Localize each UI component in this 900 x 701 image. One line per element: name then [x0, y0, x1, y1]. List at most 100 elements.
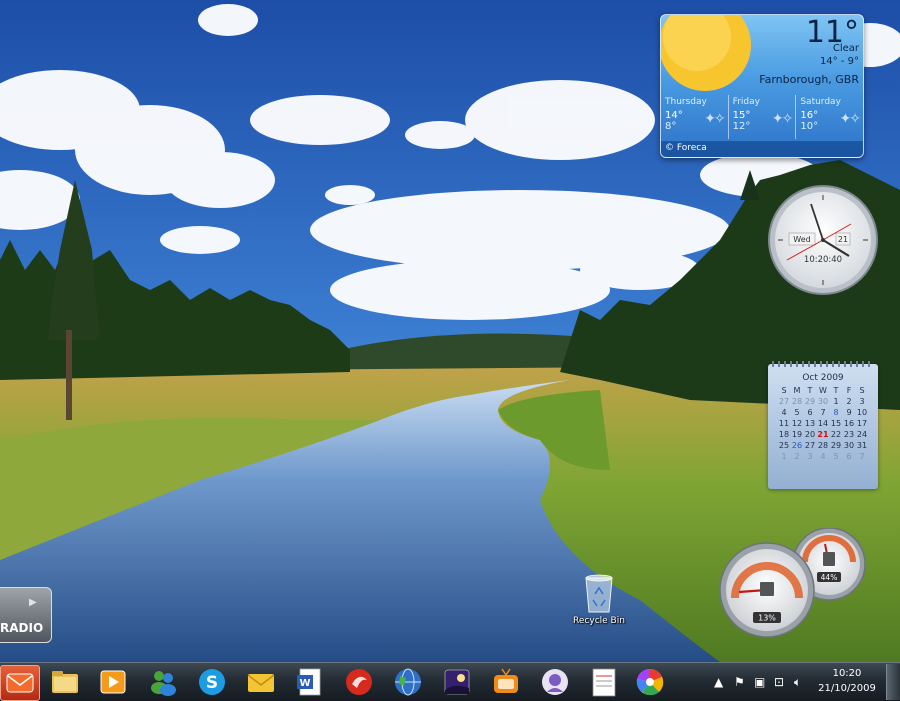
- calendar-day[interactable]: 4: [778, 407, 791, 418]
- calendar-day[interactable]: 24: [856, 429, 869, 440]
- taskbar-date: 21/10/2009: [818, 683, 876, 694]
- tv-icon[interactable]: [490, 666, 522, 698]
- calendar-day[interactable]: 26: [791, 440, 804, 451]
- night-sky-icon[interactable]: [441, 666, 473, 698]
- cpu-percent: 13%: [758, 614, 776, 623]
- calendar-day[interactable]: 11: [778, 418, 791, 429]
- svg-text:S: S: [206, 673, 218, 693]
- calendar-day[interactable]: 9: [843, 407, 856, 418]
- forecast-day: Thursday 14° 8° ✦✧: [661, 95, 728, 139]
- calendar-day[interactable]: 29: [804, 396, 817, 407]
- word-icon[interactable]: W: [294, 666, 326, 698]
- cpu-meter-gadget[interactable]: 44% 13%: [719, 528, 869, 640]
- folder-icon[interactable]: [49, 666, 81, 698]
- clock-gadget[interactable]: Wed 21 10:20:40: [767, 184, 879, 296]
- calendar-day[interactable]: 30: [843, 440, 856, 451]
- calendar-day[interactable]: 5: [791, 407, 804, 418]
- show-desktop-button[interactable]: [886, 664, 900, 700]
- calendar-day[interactable]: 4: [817, 451, 830, 462]
- calendar-gadget[interactable]: Oct 2009 S M T W T F S 27 28 29 30 1 2 3…: [768, 361, 878, 489]
- calendar-day[interactable]: 28: [791, 396, 804, 407]
- calendar-day[interactable]: 20: [804, 429, 817, 440]
- calendar-day[interactable]: 6: [804, 407, 817, 418]
- action-center-flag-icon[interactable]: ⚑: [734, 675, 745, 689]
- clear-night-icon: ✦✧: [704, 111, 726, 127]
- calendar-day[interactable]: 7: [817, 407, 830, 418]
- app-red-icon[interactable]: [343, 666, 375, 698]
- taskbar: S W ▲ ⚑ ▣ ⊡ 🔈︎ 10:20 21/10/2009: [0, 662, 900, 701]
- calendar-day[interactable]: 2: [843, 396, 856, 407]
- calendar-day[interactable]: 1: [830, 396, 843, 407]
- mail-envelope-icon: [6, 673, 34, 693]
- forecast-day-name: Saturday: [800, 97, 841, 107]
- sun-icon: [661, 15, 751, 91]
- calendar-day[interactable]: 27: [804, 440, 817, 451]
- radio-gadget[interactable]: ▶ RADIO: [0, 587, 52, 643]
- calendar-day[interactable]: 6: [843, 451, 856, 462]
- start-button[interactable]: [0, 665, 40, 701]
- clock-digital-time: 10:20:40: [804, 255, 842, 265]
- calendar-day[interactable]: 1: [778, 451, 791, 462]
- calendar-day[interactable]: 10: [856, 407, 869, 418]
- calendar-day[interactable]: 25: [778, 440, 791, 451]
- clock-date: 21: [838, 235, 848, 244]
- network-icon[interactable]: ⊡: [774, 675, 784, 689]
- media-player-icon[interactable]: [97, 666, 129, 698]
- calendar-day[interactable]: 19: [791, 429, 804, 440]
- calendar-day[interactable]: 8: [830, 407, 843, 418]
- play-icon[interactable]: ▶: [29, 597, 37, 608]
- calendar-day[interactable]: 2: [791, 451, 804, 462]
- weather-condition: Clear: [832, 43, 859, 54]
- calendar-grid: S M T W T F S 27 28 29 30 1 2 3 4 5 6 7 …: [778, 385, 869, 462]
- calendar-day[interactable]: 27: [778, 396, 791, 407]
- show-hidden-icons-arrow-icon[interactable]: ▲: [714, 675, 723, 689]
- calendar-day[interactable]: 28: [817, 440, 830, 451]
- calendar-day[interactable]: 13: [804, 418, 817, 429]
- calendar-day[interactable]: 12: [791, 418, 804, 429]
- calendar-day[interactable]: 29: [830, 440, 843, 451]
- calendar-day[interactable]: 16: [843, 418, 856, 429]
- skype-icon[interactable]: S: [196, 666, 228, 698]
- calendar-day[interactable]: 15: [830, 418, 843, 429]
- chat-icon[interactable]: [539, 666, 571, 698]
- calendar-day[interactable]: 5: [830, 451, 843, 462]
- weather-gadget[interactable]: 11° Clear 14° - 9° Farnborough, GBR Thur…: [660, 14, 864, 158]
- calendar-day-today[interactable]: 21: [817, 429, 830, 440]
- calendar-day[interactable]: 23: [843, 429, 856, 440]
- forecast-day: Friday 15° 12° ✦✧: [727, 95, 796, 139]
- calendar-day[interactable]: 31: [856, 440, 869, 451]
- volume-icon[interactable]: 🔈︎: [794, 675, 801, 690]
- calendar-day[interactable]: 30: [817, 396, 830, 407]
- picasa-icon[interactable]: [634, 666, 666, 698]
- weekday-label: F: [846, 386, 852, 395]
- forecast-day-name: Friday: [732, 97, 760, 107]
- calendar-day[interactable]: 7: [856, 451, 869, 462]
- document-icon[interactable]: [588, 666, 620, 698]
- calendar-day[interactable]: 18: [778, 429, 791, 440]
- weekday-label: S: [859, 386, 865, 395]
- mail-icon[interactable]: [245, 666, 277, 698]
- weekday-label: W: [819, 386, 827, 395]
- temperature-range: 14° - 9°: [819, 56, 859, 67]
- forecast-day: Saturday 16° 10° ✦✧: [795, 95, 863, 139]
- weather-provider-link[interactable]: © Foreca: [661, 141, 863, 157]
- calendar-day[interactable]: 3: [804, 451, 817, 462]
- forecast-row: Thursday 14° 8° ✦✧ Friday 15° 12° ✦✧ Sat…: [661, 95, 863, 139]
- recycle-bin-label: Recycle Bin: [573, 616, 625, 626]
- svg-text:W: W: [299, 678, 310, 689]
- weather-location: Farnborough, GBR: [759, 73, 859, 86]
- taskbar-clock[interactable]: 10:20 21/10/2009: [816, 666, 878, 696]
- device-icon[interactable]: ▣: [754, 675, 765, 689]
- messenger-icon[interactable]: [147, 666, 179, 698]
- weekday-label: T: [833, 386, 839, 395]
- globe-icon[interactable]: [392, 666, 424, 698]
- calendar-day[interactable]: 3: [856, 396, 869, 407]
- calendar-day[interactable]: 22: [830, 429, 843, 440]
- recycle-bin[interactable]: Recycle Bin: [566, 570, 632, 632]
- clear-night-icon: ✦✧: [839, 111, 862, 127]
- calendar-day[interactable]: 14: [817, 418, 830, 429]
- memory-percent: 44%: [821, 573, 838, 582]
- calendar-day[interactable]: 17: [856, 418, 869, 429]
- clock-day: Wed: [793, 235, 810, 244]
- recycle-bin-icon: [585, 574, 613, 613]
